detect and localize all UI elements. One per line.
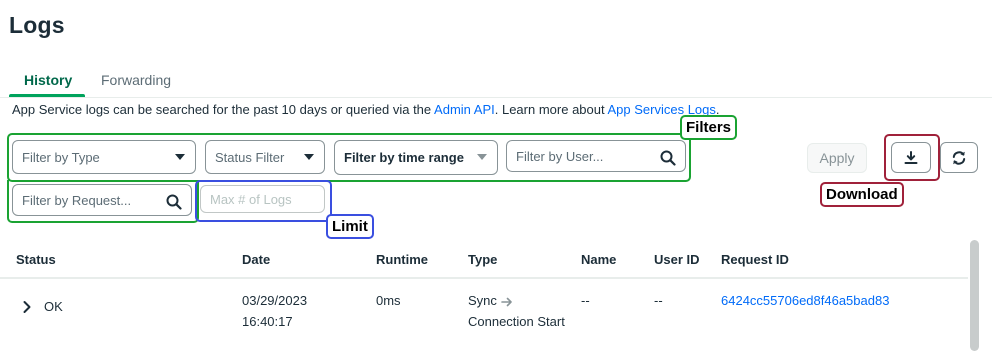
column-header-date[interactable]: Date bbox=[242, 252, 270, 267]
refresh-icon bbox=[952, 150, 966, 165]
request-id-cell: 6424cc55706ed8f46a5bad83 bbox=[721, 290, 889, 311]
arrow-right-icon bbox=[500, 297, 512, 306]
status-filter-placeholder: Status Filter bbox=[215, 149, 285, 165]
runtime-cell: 0ms bbox=[376, 293, 401, 308]
column-header-name[interactable]: Name bbox=[581, 252, 616, 267]
filters-annotation-label: Filters bbox=[680, 115, 738, 140]
download-button[interactable] bbox=[891, 142, 931, 173]
chevron-right-icon[interactable] bbox=[22, 300, 32, 314]
apply-button[interactable]: Apply bbox=[807, 143, 867, 173]
type-filter-placeholder: Filter by Type bbox=[22, 149, 100, 165]
name-cell: -- bbox=[581, 293, 590, 308]
column-header-request-id[interactable]: Request ID bbox=[721, 252, 789, 267]
type-filter-select[interactable]: Filter by Type bbox=[12, 140, 196, 174]
info-text: App Service logs can be searched for the… bbox=[12, 102, 720, 117]
chevron-down-icon bbox=[477, 154, 487, 160]
user-filter-input[interactable]: Filter by User... bbox=[506, 140, 686, 172]
tab-forwarding[interactable]: Forwarding bbox=[101, 72, 171, 88]
time-range-filter-label: Filter by time range bbox=[344, 150, 464, 165]
time-value: 16:40:17 bbox=[242, 314, 293, 329]
search-icon bbox=[166, 194, 182, 210]
type-value: Sync bbox=[468, 293, 497, 308]
column-header-status[interactable]: Status bbox=[16, 252, 56, 267]
time-range-filter-select[interactable]: Filter by time range bbox=[334, 140, 498, 175]
tab-history[interactable]: History bbox=[24, 72, 72, 88]
logs-table-header: Status Date Runtime Type Name User ID Re… bbox=[0, 243, 968, 279]
table-row[interactable]: OK 03/29/2023 16:40:17 0ms Sync Connecti… bbox=[0, 280, 968, 351]
info-text-middle: . Learn more about bbox=[494, 102, 608, 117]
column-header-type[interactable]: Type bbox=[468, 252, 497, 267]
tab-bar: History Forwarding bbox=[0, 66, 992, 98]
active-tab-indicator bbox=[9, 94, 85, 97]
page-title: Logs bbox=[9, 12, 65, 38]
info-text-start: App Service logs can be searched for the… bbox=[12, 102, 435, 117]
date-cell: 03/29/2023 16:40:17 bbox=[242, 290, 307, 332]
chevron-down-icon bbox=[175, 154, 185, 160]
request-filter-placeholder: Filter by Request... bbox=[22, 192, 132, 208]
download-annotation-label: Download bbox=[820, 182, 904, 207]
chevron-down-icon bbox=[304, 154, 314, 160]
type-line-1: Sync bbox=[468, 290, 565, 311]
admin-api-link[interactable]: Admin API bbox=[434, 102, 495, 117]
vertical-scrollbar[interactable] bbox=[970, 240, 979, 351]
request-id-link[interactable]: 6424cc55706ed8f46a5bad83 bbox=[721, 293, 889, 308]
request-filter-input[interactable]: Filter by Request... bbox=[12, 184, 192, 216]
user-filter-placeholder: Filter by User... bbox=[516, 148, 604, 164]
search-icon bbox=[660, 150, 676, 166]
type-line-2: Connection Start bbox=[468, 314, 565, 329]
status-cell: OK bbox=[44, 299, 63, 314]
user-id-cell: -- bbox=[654, 293, 663, 308]
refresh-button[interactable] bbox=[940, 142, 978, 173]
column-header-runtime[interactable]: Runtime bbox=[376, 252, 428, 267]
limit-annotation-label: Limit bbox=[326, 214, 374, 239]
status-filter-select[interactable]: Status Filter bbox=[205, 140, 325, 174]
date-value: 03/29/2023 bbox=[242, 293, 308, 308]
column-header-user-id[interactable]: User ID bbox=[654, 252, 700, 267]
type-cell: Sync Connection Start bbox=[468, 290, 565, 332]
download-icon bbox=[904, 150, 918, 164]
max-logs-placeholder: Max # of Logs bbox=[210, 191, 292, 207]
max-logs-input[interactable]: Max # of Logs bbox=[200, 185, 325, 213]
